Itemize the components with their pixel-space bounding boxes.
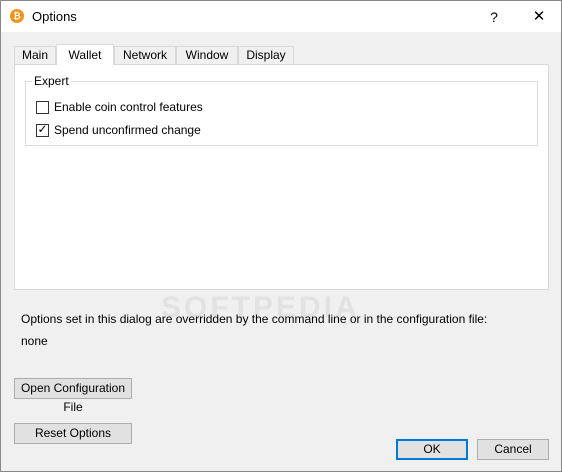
coin-control-label: Enable coin control features: [54, 100, 203, 114]
tab-wallet[interactable]: Wallet: [56, 44, 114, 65]
tab-main[interactable]: Main: [14, 46, 56, 64]
reset-options-button[interactable]: Reset Options: [14, 423, 132, 444]
close-button[interactable]: ✕: [517, 3, 561, 31]
cancel-button[interactable]: Cancel: [477, 439, 549, 460]
title-bar: ₿ Options ? ✕: [1, 1, 561, 32]
config-override-note: Options set in this dialog are overridde…: [21, 312, 488, 326]
spend-unconfirmed-option[interactable]: ✓ Spend unconfirmed change: [36, 122, 201, 138]
coin-control-checkbox[interactable]: [36, 100, 49, 114]
window-title: Options: [32, 9, 77, 24]
tab-window[interactable]: Window: [176, 46, 238, 64]
expert-groupbox: Expert Enable coin control features ✓ Sp…: [25, 74, 538, 146]
spend-unconfirmed-label: Spend unconfirmed change: [54, 123, 201, 137]
spend-unconfirmed-checkbox[interactable]: ✓: [36, 121, 49, 137]
ok-button[interactable]: OK: [396, 439, 468, 460]
config-override-value: none: [21, 334, 48, 348]
options-dialog: ₿ Options ? ✕ Main Wallet Network Window…: [0, 0, 562, 472]
bitcoin-icon: ₿: [10, 9, 24, 23]
coin-control-option[interactable]: Enable coin control features: [36, 99, 203, 115]
tab-network[interactable]: Network: [114, 46, 176, 64]
help-button[interactable]: ?: [477, 3, 511, 31]
checkmark-icon: ✓: [37, 121, 48, 136]
open-config-file-button[interactable]: Open Configuration File: [14, 378, 132, 414]
tab-display[interactable]: Display: [238, 46, 294, 64]
expert-group-title: Expert: [32, 74, 71, 88]
wallet-tab-panel: Expert Enable coin control features ✓ Sp…: [14, 64, 549, 290]
